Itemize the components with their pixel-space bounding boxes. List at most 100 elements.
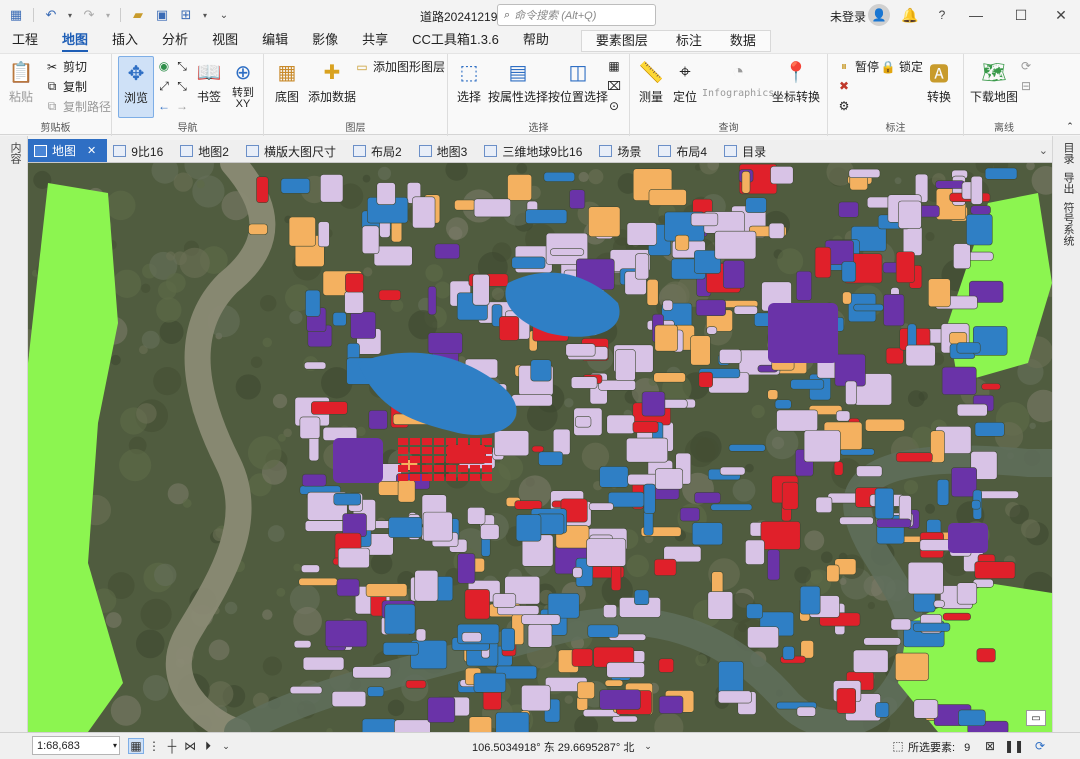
chevron-down-icon[interactable]: ⌄ [1039,144,1048,157]
basemap-button[interactable]: ▦ 底图 [272,58,302,105]
copy-button[interactable]: ⧉ 复制 [44,78,87,95]
select-button[interactable]: ⬚ 选择 [454,58,484,105]
undo-icon[interactable]: ↶ [41,5,61,25]
crosshair-tool-icon[interactable]: ┼ [164,738,180,754]
sync-button[interactable]: ⟳ [1018,58,1034,74]
symbology-pane-tab[interactable]: 符号系统 [1060,202,1076,246]
catalog-pane-tab[interactable]: 目录 [1060,142,1076,164]
command-search-input[interactable]: ⌕ 命令搜索 (Alt+Q) [497,4,656,26]
map-canvas[interactable] [28,163,1052,732]
lock-labels-button[interactable]: 🔒 锁定 [880,58,924,75]
pause-drawing-icon[interactable]: ❚❚ [1004,738,1024,754]
refresh-icon[interactable]: ⟳ [1032,738,1048,754]
coordinate-dropdown-icon[interactable]: ⌄ [640,738,656,754]
close-icon[interactable]: ✕ [1051,5,1071,25]
pause-labels-button[interactable]: ⏸ 暂停 [836,58,879,75]
view-dropdown-icon[interactable]: ▾ [200,5,210,25]
save-icon[interactable]: ▣ [152,5,172,25]
ribbon-tab-9[interactable]: 帮助 [511,30,561,52]
add-graphics-layer-button[interactable]: ▭ 添加图形图层 [354,58,445,75]
collapse-ribbon-button[interactable]: ⌃ [1062,118,1078,134]
view-tab-4[interactable]: 布局2 [347,140,413,162]
goto-xy-button[interactable]: ⊕ 转到 XY [228,58,258,110]
redo-icon[interactable]: ↷ [79,5,99,25]
view-unplaced-button[interactable]: ✖ [836,78,852,94]
scale-selector[interactable]: 1:68,683 ▾ [32,736,120,755]
customize-toolbar-icon[interactable]: ⌄ [214,5,234,25]
sign-in-status[interactable]: 未登录 [830,8,866,25]
paste-button[interactable]: 📋 粘贴 [6,58,36,105]
fixed-zoom-out-button[interactable]: ⤡ [174,78,190,94]
view-tab-9[interactable]: 目录 [718,140,777,162]
context-tab-0[interactable]: 要素图层 [582,31,662,53]
add-data-button[interactable]: ✚ 添加数据 [308,58,356,105]
land-parcel [691,522,723,546]
undo-dropdown-icon[interactable]: ▾ [65,5,75,25]
explore-button[interactable]: ✥ 浏览 [118,56,154,118]
ribbon-tab-8[interactable]: CC工具箱1.3.6 [400,30,511,52]
map-tips-icon[interactable]: ▭ [1026,710,1046,726]
attributes-button[interactable]: ▦ [606,58,622,74]
remove-offline-button[interactable]: ⊟ [1018,78,1034,94]
locate-button[interactable]: ⌖ 定位 [670,58,700,105]
previous-extent-button[interactable]: ⤢ [156,78,172,94]
coordinate-convert-button[interactable]: 📍 坐标转换 [772,58,820,105]
close-tab-icon[interactable]: ✕ [87,144,96,157]
view-tab-7[interactable]: 场景 [593,140,652,162]
land-parcel [472,273,490,306]
minimize-icon[interactable]: — [966,5,986,25]
ribbon-tab-7[interactable]: 共享 [350,30,400,52]
commercial-parcel [410,447,420,454]
ribbon-tab-0[interactable]: 工程 [0,30,50,52]
maximize-icon[interactable]: ☐ [1011,5,1031,25]
copy-path-button[interactable]: ⧉ 复制路径 [44,98,111,115]
forward-button[interactable]: → [174,98,190,114]
select-by-location-button[interactable]: ◫ 按位置选择 [548,58,608,105]
app-logo-icon: ▦ [9,7,23,22]
full-extent-button[interactable]: ◉ [156,58,172,74]
open-project-icon[interactable]: ▰ [128,5,148,25]
cut-button[interactable]: ✂ 剪切 [44,58,87,75]
ribbon-tab-1[interactable]: 地图 [50,30,100,52]
convert-labels-button[interactable]: 🅰 转换 [924,58,954,105]
measure-button[interactable]: 📏 测量 [636,58,666,105]
redo-dropdown-icon[interactable]: ▾ [103,5,113,25]
grid-icon[interactable]: ▦ [128,738,144,754]
view-tab-0[interactable]: 地图 ✕ [28,139,108,162]
notification-icon[interactable]: 🔔 [900,5,920,25]
zoom-to-selection-button[interactable]: ⊙ [606,98,622,114]
play-step-icon[interactable]: ⏵ [200,738,216,754]
context-tab-2[interactable]: 数据 [716,31,770,53]
view-layout-icon[interactable]: ⊞ [176,5,196,25]
contents-pane-collapsed[interactable]: 内容 [0,136,28,732]
context-tab-1[interactable]: 标注 [662,31,716,53]
view-tab-3[interactable]: 横版大图尺寸 [240,140,347,162]
ribbon-tab-5[interactable]: 编辑 [250,30,300,52]
snapping-icon[interactable]: ⋈ [182,738,198,754]
back-button[interactable]: ← [156,98,172,114]
ribbon-tab-3[interactable]: 分析 [150,30,200,52]
select-by-attributes-button[interactable]: ▤ 按属性选择 [488,58,548,105]
view-tab-2[interactable]: 地图2 [174,140,240,162]
ribbon-tab-4[interactable]: 视图 [200,30,250,52]
view-tab-1[interactable]: 9比16 [107,140,174,162]
download-map-button[interactable]: 🗺 下载地图 [970,58,1018,105]
map-view[interactable]: ▭ [28,163,1052,732]
infographics-button[interactable]: ◔ Infographics [702,58,774,100]
avatar[interactable]: 👤 [868,4,890,26]
fixed-zoom-in-button[interactable]: ⤡ [174,58,190,74]
clear-selection-button[interactable]: ⌧ [606,78,622,94]
clear-selection-icon[interactable]: ⊠ [982,738,998,754]
ribbon-tab-6[interactable]: 影像 [300,30,350,52]
export-pane-tab[interactable]: 导出 [1060,172,1076,194]
bookmarks-button[interactable]: 📖 书签 [194,58,224,105]
ribbon-tab-2[interactable]: 插入 [100,30,150,52]
view-tab-5[interactable]: 地图3 [413,140,479,162]
more-labeling-button[interactable]: ⚙ [836,98,852,114]
view-tab-6[interactable]: 三维地球9比16 [478,140,593,162]
view-tab-8[interactable]: 布局4 [652,140,718,162]
chevron-down-icon[interactable]: ⌄ [218,738,234,754]
land-parcel [719,466,746,476]
tree-icon[interactable]: ⋮ [146,738,162,754]
help-icon[interactable]: ? [932,5,952,25]
